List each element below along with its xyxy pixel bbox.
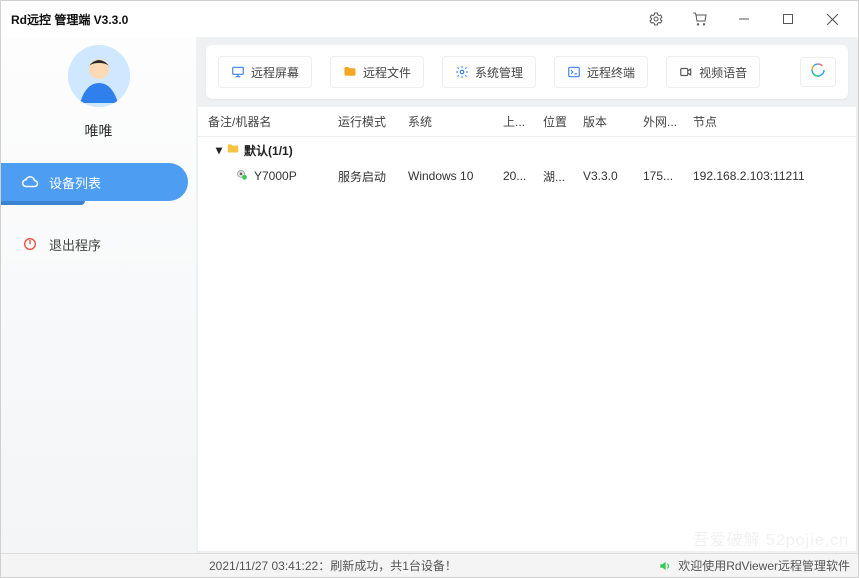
nav-exit[interactable]: 退出程序	[1, 225, 196, 263]
device-icon	[234, 168, 248, 185]
cell-node: 192.168.2.103:11211	[693, 169, 856, 183]
device-grid: 备注/机器名 运行模式 系统 上... 位置 版本 外网... 节点 ▾ 默认(…	[198, 107, 856, 551]
sound-icon	[658, 559, 672, 573]
group-row[interactable]: ▾ 默认(1/1)	[198, 137, 856, 163]
col-name[interactable]: 备注/机器名	[208, 113, 338, 130]
remote-files-label: 远程文件	[363, 64, 411, 81]
maximize-button[interactable]	[766, 1, 810, 37]
settings-button[interactable]	[634, 1, 678, 37]
col-wan[interactable]: 外网...	[643, 113, 693, 130]
status-left: 2021/11/27 03:41:22：刷新成功，共1台设备！	[9, 557, 457, 574]
cloud-icon	[21, 173, 39, 191]
window-title: Rd远控 管理端 V3.3.0	[11, 11, 128, 28]
user-avatar[interactable]	[68, 45, 130, 107]
folder-small-icon	[226, 142, 240, 159]
refresh-icon	[810, 62, 826, 83]
col-system[interactable]: 系统	[408, 113, 503, 130]
power-icon	[21, 235, 39, 253]
remote-terminal-button[interactable]: 远程终端	[554, 56, 648, 88]
monitor-icon	[231, 65, 245, 79]
grid-header: 备注/机器名 运行模式 系统 上... 位置 版本 外网... 节点	[198, 107, 856, 137]
toolbar: 远程屏幕 远程文件 系统管理 远程终端 视频语音	[206, 45, 848, 99]
title-bar: Rd远控 管理端 V3.3.0	[1, 1, 858, 37]
video-icon	[679, 65, 693, 79]
cell-version: V3.3.0	[583, 169, 643, 183]
status-right: 欢迎使用RdViewer远程管理软件	[678, 557, 850, 574]
folder-icon	[343, 65, 357, 79]
cart-button[interactable]	[678, 1, 722, 37]
cell-mode: 服务启动	[338, 168, 408, 185]
cell-location: 湖...	[543, 168, 583, 185]
terminal-icon	[567, 65, 581, 79]
remote-terminal-label: 远程终端	[587, 64, 635, 81]
video-voice-label: 视频语音	[699, 64, 747, 81]
nav-devices[interactable]: 设备列表	[1, 163, 188, 201]
sys-manage-button[interactable]: 系统管理	[442, 56, 536, 88]
status-bar: 2021/11/27 03:41:22：刷新成功，共1台设备！ 欢迎使用RdVi…	[1, 553, 858, 577]
video-voice-button[interactable]: 视频语音	[666, 56, 760, 88]
remote-screen-label: 远程屏幕	[251, 64, 299, 81]
refresh-button[interactable]	[800, 57, 836, 87]
close-button[interactable]	[810, 1, 854, 37]
col-node[interactable]: 节点	[693, 113, 856, 130]
group-label: 默认(1/1)	[244, 142, 293, 159]
remote-screen-button[interactable]: 远程屏幕	[218, 56, 312, 88]
sidebar: 唯唯 设备列表 退出程序	[1, 37, 196, 553]
cell-uptime: 20...	[503, 169, 543, 183]
col-uptime[interactable]: 上...	[503, 113, 543, 130]
device-name: Y7000P	[254, 169, 297, 183]
remote-files-button[interactable]: 远程文件	[330, 56, 424, 88]
col-version[interactable]: 版本	[583, 113, 643, 130]
settings-icon	[455, 65, 469, 79]
sys-manage-label: 系统管理	[475, 64, 523, 81]
user-name: 唯唯	[85, 121, 113, 141]
nav-exit-label: 退出程序	[49, 235, 101, 254]
col-mode[interactable]: 运行模式	[338, 113, 408, 130]
cell-wan: 175...	[643, 169, 693, 183]
device-row[interactable]: Y7000P 服务启动 Windows 10 20... 湖... V3.3.0…	[198, 163, 856, 189]
col-location[interactable]: 位置	[543, 113, 583, 130]
collapse-icon: ▾	[216, 143, 222, 157]
cell-system: Windows 10	[408, 169, 503, 183]
nav-devices-label: 设备列表	[49, 173, 101, 192]
minimize-button[interactable]	[722, 1, 766, 37]
